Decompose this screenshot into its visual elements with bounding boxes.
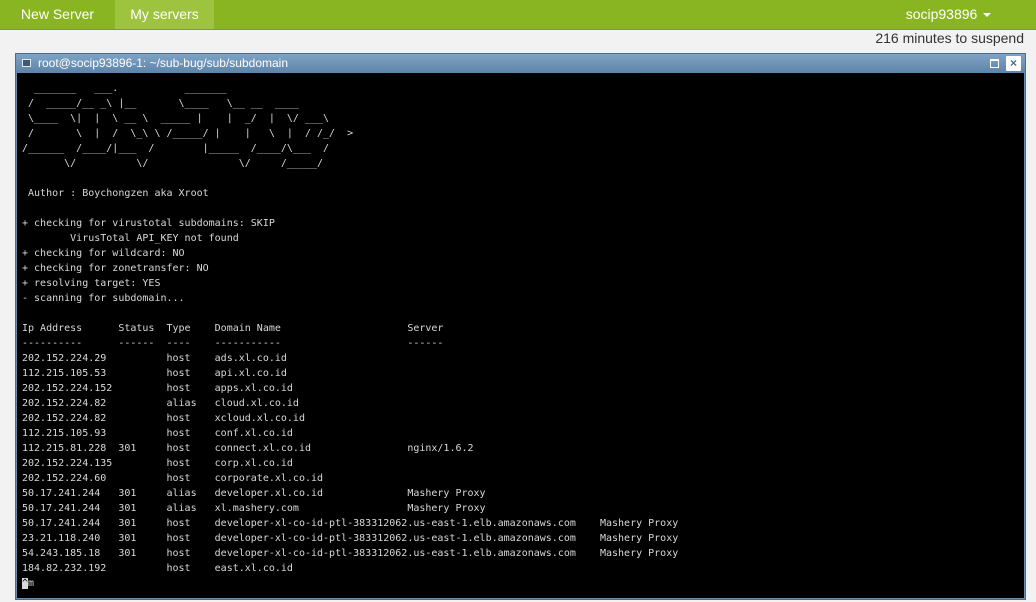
terminal-line: /______ /____/|___ / |_____ /____/\___ /	[22, 143, 330, 154]
terminal-line: + checking for wildcard: NO	[22, 248, 185, 259]
terminal-line: 50.17.241.244 301 host developer-xl-co-i…	[22, 518, 679, 529]
terminal-line: \/ \/ \/ /_____/	[22, 158, 324, 169]
maximize-button[interactable]	[987, 56, 1002, 71]
my-servers-link[interactable]: My servers	[115, 0, 214, 29]
terminal-line: + resolving target: YES	[22, 278, 161, 289]
terminal-line: Author : Boychongzen aka Xroot	[22, 188, 209, 199]
terminal-line: 50.17.241.244 301 alias xl.mashery.com M…	[22, 503, 486, 514]
terminal-line: 202.152.224.82 host xcloud.xl.co.id	[22, 413, 305, 424]
terminal-line: 112.215.105.53 host api.xl.co.id	[22, 368, 287, 379]
top-navbar: New Server My servers socip93896	[0, 0, 1036, 30]
terminal-line: _______ ___. _______	[22, 83, 227, 94]
terminal-line: ---------- ------ ---- ----------- -----…	[22, 338, 444, 349]
new-server-link[interactable]: New Server	[0, 0, 115, 29]
terminal-icon	[22, 59, 31, 67]
terminal-line: / _____/__ _\ |__ \____ \__ __ ____	[22, 98, 299, 109]
terminal-line: 54.243.185.18 301 host developer-xl-co-i…	[22, 548, 679, 559]
terminal-line: 112.215.105.93 host conf.xl.co.id	[22, 428, 293, 439]
window-title: root@socip93896-1: ~/sub-bug/sub/subdoma…	[38, 56, 289, 70]
terminal-line: 202.152.224.82 alias cloud.xl.co.id	[22, 398, 299, 409]
caret-down-icon	[983, 13, 992, 18]
terminal-output[interactable]: _______ ___. _______ / _____/__ _\ |__ \…	[17, 73, 1024, 598]
terminal-line: 202.152.224.60 host corporate.xl.co.id	[22, 473, 324, 484]
maximize-icon	[990, 58, 999, 68]
terminal-line: VirusTotal API_KEY not found	[22, 233, 239, 244]
terminal-text: _______ ___. _______ / _____/__ _\ |__ \…	[22, 81, 678, 591]
prompt-text: m	[28, 578, 35, 589]
user-name: socip93896	[905, 6, 978, 22]
terminal-line: Ip Address Status Type Domain Name Serve…	[22, 323, 444, 334]
terminal-line: 23.21.118.240 301 host developer-xl-co-i…	[22, 533, 679, 544]
terminal-line: + checking for zonetransfer: NO	[22, 263, 209, 274]
terminal-line: / \ | / \_\ \ /_____/ | | \ | / /_/ >	[22, 128, 354, 139]
close-button[interactable]: ×	[1006, 56, 1021, 71]
terminal-line: 50.17.241.244 301 alias developer.xl.co.…	[22, 488, 486, 499]
terminal-line: \____ \| | \ __ \ _____ | | _/ | \/ ___\	[22, 113, 330, 124]
window-titlebar[interactable]: root@socip93896-1: ~/sub-bug/sub/subdoma…	[16, 54, 1025, 73]
terminal-line: - scanning for subdomain...	[22, 293, 185, 304]
terminal-line: 112.215.81.228 301 host connect.xl.co.id…	[22, 443, 474, 454]
prompt-line: ^m	[22, 576, 678, 591]
terminal-line: 184.82.232.192 host east.xl.co.id	[22, 563, 293, 574]
user-menu[interactable]: socip93896	[861, 0, 1036, 29]
terminal-line: + checking for virustotal subdomains: SK…	[22, 218, 275, 229]
terminal-line: 202.152.224.152 host apps.xl.co.id	[22, 383, 293, 394]
suspend-timer: 216 minutes to suspend	[875, 30, 1024, 46]
terminal-line: 202.152.224.29 host ads.xl.co.id	[22, 353, 287, 364]
terminal-line: 202.152.224.135 host corp.xl.co.id	[22, 458, 293, 469]
terminal-window[interactable]: root@socip93896-1: ~/sub-bug/sub/subdoma…	[15, 53, 1026, 600]
